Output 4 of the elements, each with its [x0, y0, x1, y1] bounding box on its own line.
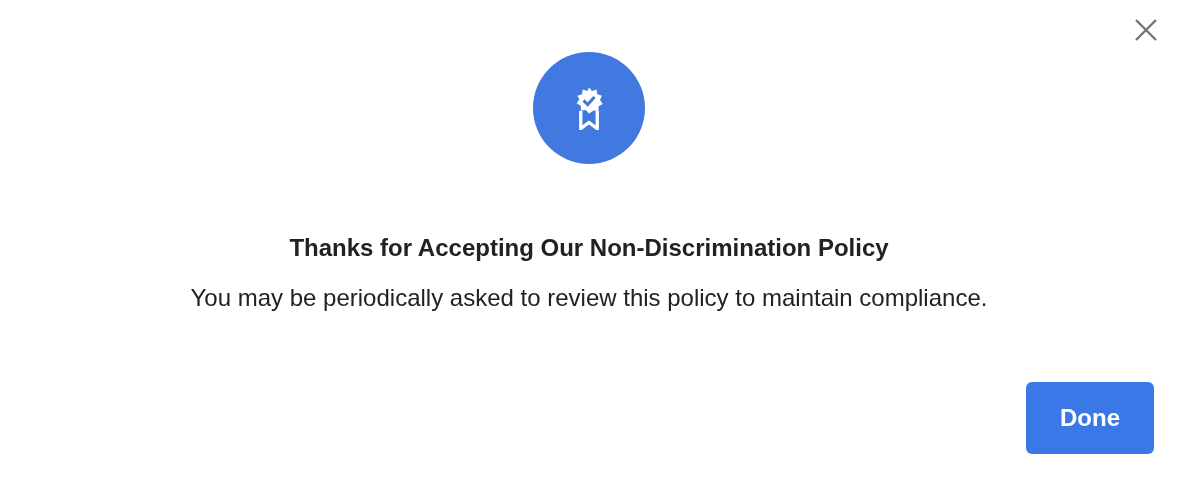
dialog-title: Thanks for Accepting Our Non-Discrimination Policy — [289, 234, 889, 262]
done-button[interactable]: Done — [1026, 382, 1154, 454]
dialog-message: You may be periodically asked to review this policy to maintain compliance. — [190, 284, 988, 312]
close-icon[interactable] — [1134, 18, 1158, 42]
